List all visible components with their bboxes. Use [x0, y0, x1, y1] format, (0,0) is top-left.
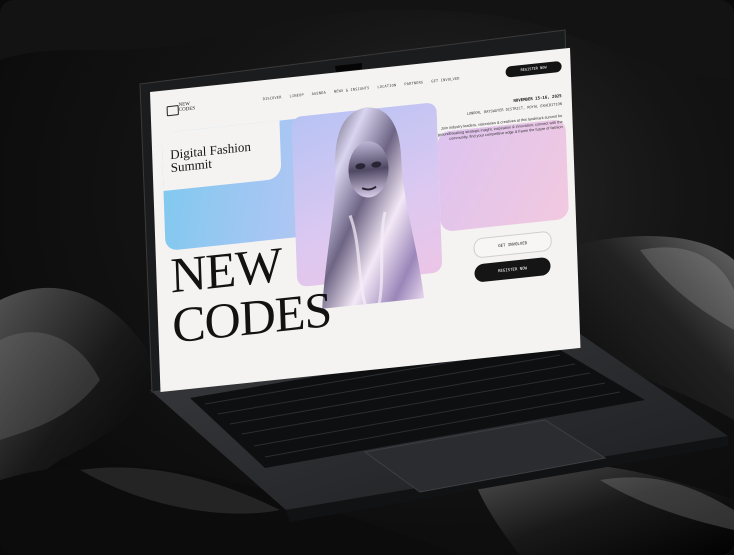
- nav-news[interactable]: NEWS & INSIGHTS: [334, 86, 370, 94]
- product-photo: NEW CODES DISCOVER LINEUP AGENDA NEWS & …: [0, 0, 734, 555]
- logo-icon: [166, 105, 179, 117]
- get-involved-button[interactable]: GET INVOLVED: [473, 230, 552, 259]
- website-screen: NEW CODES DISCOVER LINEUP AGENDA NEWS & …: [150, 47, 581, 393]
- register-now-nav-button[interactable]: REGISTER NOW: [505, 60, 562, 78]
- nav-partners[interactable]: PARTNERS: [404, 80, 423, 86]
- nav-discover[interactable]: DISCOVER: [263, 95, 282, 101]
- logo-text: NEW CODES: [178, 101, 196, 114]
- nav-agenda[interactable]: AGENDA: [312, 91, 326, 96]
- site-logo[interactable]: NEW CODES: [166, 101, 196, 118]
- nav-location[interactable]: LOCATION: [377, 83, 396, 89]
- nav-get-involved[interactable]: GET INVOLVED: [431, 77, 460, 84]
- nav-lineup[interactable]: LINEUP: [290, 93, 304, 98]
- main-nav: DISCOVER LINEUP AGENDA NEWS & INSIGHTS L…: [263, 77, 460, 102]
- register-now-button[interactable]: REGISTER NOW: [474, 256, 551, 283]
